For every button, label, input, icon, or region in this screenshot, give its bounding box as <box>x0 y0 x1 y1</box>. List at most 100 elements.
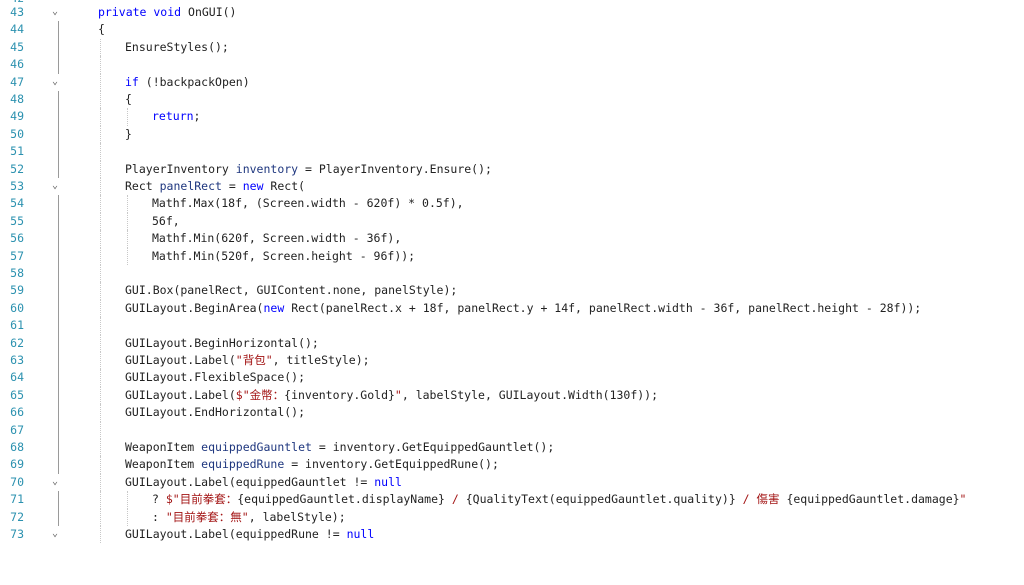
line-number: 68 <box>10 440 24 454</box>
code-text: WeaponItem equippedRune = inventory.GetE… <box>125 456 499 473</box>
code-line[interactable]: 59 GUI.Box(panelRect, GUIContent.none, pa… <box>0 282 1024 300</box>
indent-guide <box>100 265 101 283</box>
code-line[interactable]: 51 <box>0 143 1024 161</box>
code-text: GUI.Box(panelRect, GUIContent.none, pane… <box>125 282 457 299</box>
code-token: : <box>152 509 166 524</box>
code-line[interactable]: 48 { <box>0 91 1024 109</box>
fold-guide <box>58 265 59 283</box>
code-line[interactable]: 69 WeaponItem equippedRune = inventory.Ge… <box>0 456 1024 474</box>
code-line[interactable]: 58 <box>0 265 1024 283</box>
code-token: if <box>125 74 139 89</box>
code-line[interactable]: 44 { <box>0 21 1024 39</box>
code-token: = inventory.GetEquippedGauntlet(); <box>311 440 555 454</box>
code-token: WeaponItem <box>125 457 202 472</box>
code-line[interactable]: 52 PlayerInventory inventory = PlayerInve… <box>0 160 1024 178</box>
code-token: GUILayout.Label( <box>125 353 236 367</box>
line-number: 45 <box>10 39 24 54</box>
indent-guide <box>100 38 101 57</box>
code-token: = inventory.GetEquippedRune(); <box>284 457 499 472</box>
code-line[interactable]: 56 Mathf.Min(620f, Screen.width - 36f), <box>0 230 1024 248</box>
code-line[interactable]: 62 GUILayout.BeginHorizontal(); <box>0 334 1024 352</box>
line-number: 55 <box>10 213 24 228</box>
code-text: GUILayout.BeginArea(new Rect(panelRect.x… <box>125 300 921 317</box>
code-line[interactable]: 67 <box>0 421 1024 439</box>
fold-guide <box>58 456 59 474</box>
code-line[interactable]: 65 GUILayout.Label($"金幣：{inventory.Gold}"… <box>0 386 1024 405</box>
code-text: GUILayout.BeginHorizontal(); <box>125 335 319 352</box>
fold-chevron-icon[interactable]: ⌄ <box>52 473 64 490</box>
fold-guide <box>58 404 59 422</box>
code-line[interactable]: 45 EnsureStyles(); <box>0 38 1024 57</box>
code-line[interactable]: 61 <box>0 317 1024 335</box>
indent-guide <box>100 334 101 352</box>
code-token: new <box>242 179 264 193</box>
line-number: 73 <box>10 527 24 541</box>
indent-guide <box>100 491 101 509</box>
code-text: { <box>125 91 132 108</box>
code-token: private void <box>98 5 182 19</box>
code-line[interactable]: 49 return; <box>0 108 1024 126</box>
line-number: 60 <box>10 300 24 315</box>
code-line[interactable]: 53 ⌄ Rect panelRect = new Rect( <box>0 177 1024 196</box>
line-number: 50 <box>10 126 24 141</box>
code-token: inventory <box>235 161 299 176</box>
code-text: private void OnGUI() <box>98 4 236 21</box>
indent-guide <box>100 369 101 387</box>
fold-chevron-icon[interactable]: ⌄ <box>52 73 64 90</box>
indent-guide <box>100 195 101 213</box>
fold-guide <box>58 386 59 405</box>
code-token: "背包" <box>235 353 273 367</box>
indent-guide <box>127 195 128 213</box>
code-token: WeaponItem <box>125 440 202 454</box>
code-text: : "目前拳套：無", labelStyle); <box>152 509 346 526</box>
code-token: GUILayout.BeginArea( <box>125 300 264 315</box>
fold-chevron-icon[interactable]: ⌄ <box>52 525 64 542</box>
code-line[interactable]: 55 56f, <box>0 212 1024 231</box>
code-line[interactable]: 43 ⌄ private void OnGUI() <box>0 4 1024 21</box>
code-editor[interactable]: 42 43⌄private void OnGUI()44{45EnsureSty… <box>0 0 1024 585</box>
code-line[interactable]: 47 ⌄ if (!backpackOpen) <box>0 73 1024 91</box>
fold-guide <box>58 491 59 509</box>
code-text: if (!backpackOpen) <box>125 74 250 91</box>
indent-guide <box>127 491 128 509</box>
code-line[interactable]: 72: "目前拳套：無", labelStyle); <box>0 508 1024 526</box>
fold-guide <box>58 334 59 352</box>
code-token: / 傷害 <box>735 492 787 507</box>
code-token: {inventory.Gold} <box>284 387 395 402</box>
code-token: equippedRune <box>201 457 285 472</box>
code-line[interactable]: 54 Mathf.Max(18f, (Screen.width - 620f) *… <box>0 195 1024 213</box>
fold-guide <box>58 439 59 457</box>
code-line[interactable]: 66 GUILayout.EndHorizontal(); <box>0 404 1024 422</box>
code-line[interactable]: 70 ⌄ GUILayout.Label(equippedGauntlet != n… <box>0 473 1024 492</box>
fold-guide <box>58 247 59 265</box>
code-text: Mathf.Max(18f, (Screen.width - 620f) * 0… <box>152 195 464 212</box>
indent-guide <box>127 230 128 248</box>
code-token: GUILayout.Label(equippedGauntlet != <box>125 474 375 489</box>
code-line[interactable]: 64 GUILayout.FlexibleSpace(); <box>0 369 1024 387</box>
fold-chevron-icon[interactable]: ⌄ <box>52 3 64 20</box>
fold-chevron-icon[interactable]: ⌄ <box>52 177 64 194</box>
line-number: 59 <box>10 283 24 298</box>
code-line[interactable]: 68 WeaponItem equippedGauntlet = inventor… <box>0 439 1024 457</box>
code-token: (!backpackOpen) <box>138 74 250 89</box>
code-token: PlayerInventory <box>125 161 236 176</box>
indent-guide <box>100 108 101 126</box>
code-line[interactable]: 46 <box>0 56 1024 74</box>
code-text: 56f, <box>152 213 180 230</box>
code-line[interactable]: 60 GUILayout.BeginArea(new Rect(panelRect… <box>0 299 1024 318</box>
code-text: return; <box>152 108 200 125</box>
code-line[interactable]: 63 GUILayout.Label("背包", titleStyle); <box>0 352 1024 370</box>
code-token: EnsureStyles(); <box>125 39 229 54</box>
code-text: { <box>98 21 105 38</box>
code-line[interactable]: 71? $"目前拳套：{equippedGauntlet.displayName… <box>0 491 1024 509</box>
code-line[interactable]: 50} <box>0 125 1024 144</box>
code-line[interactable]: 57 Mathf.Min(520f, Screen.height - 96f)); <box>0 247 1024 265</box>
indent-guide <box>100 56 101 74</box>
fold-guide <box>58 38 59 57</box>
code-token: , labelStyle, GUILayout.Width(130f)); <box>401 387 659 402</box>
fold-guide <box>58 282 59 300</box>
code-token: GUILayout.BeginHorizontal(); <box>125 335 319 350</box>
code-text: EnsureStyles(); <box>125 39 229 56</box>
code-token: Rect( <box>263 179 306 193</box>
code-line[interactable]: 73 ⌄ GUILayout.Label(equippedRune != null <box>0 525 1024 544</box>
